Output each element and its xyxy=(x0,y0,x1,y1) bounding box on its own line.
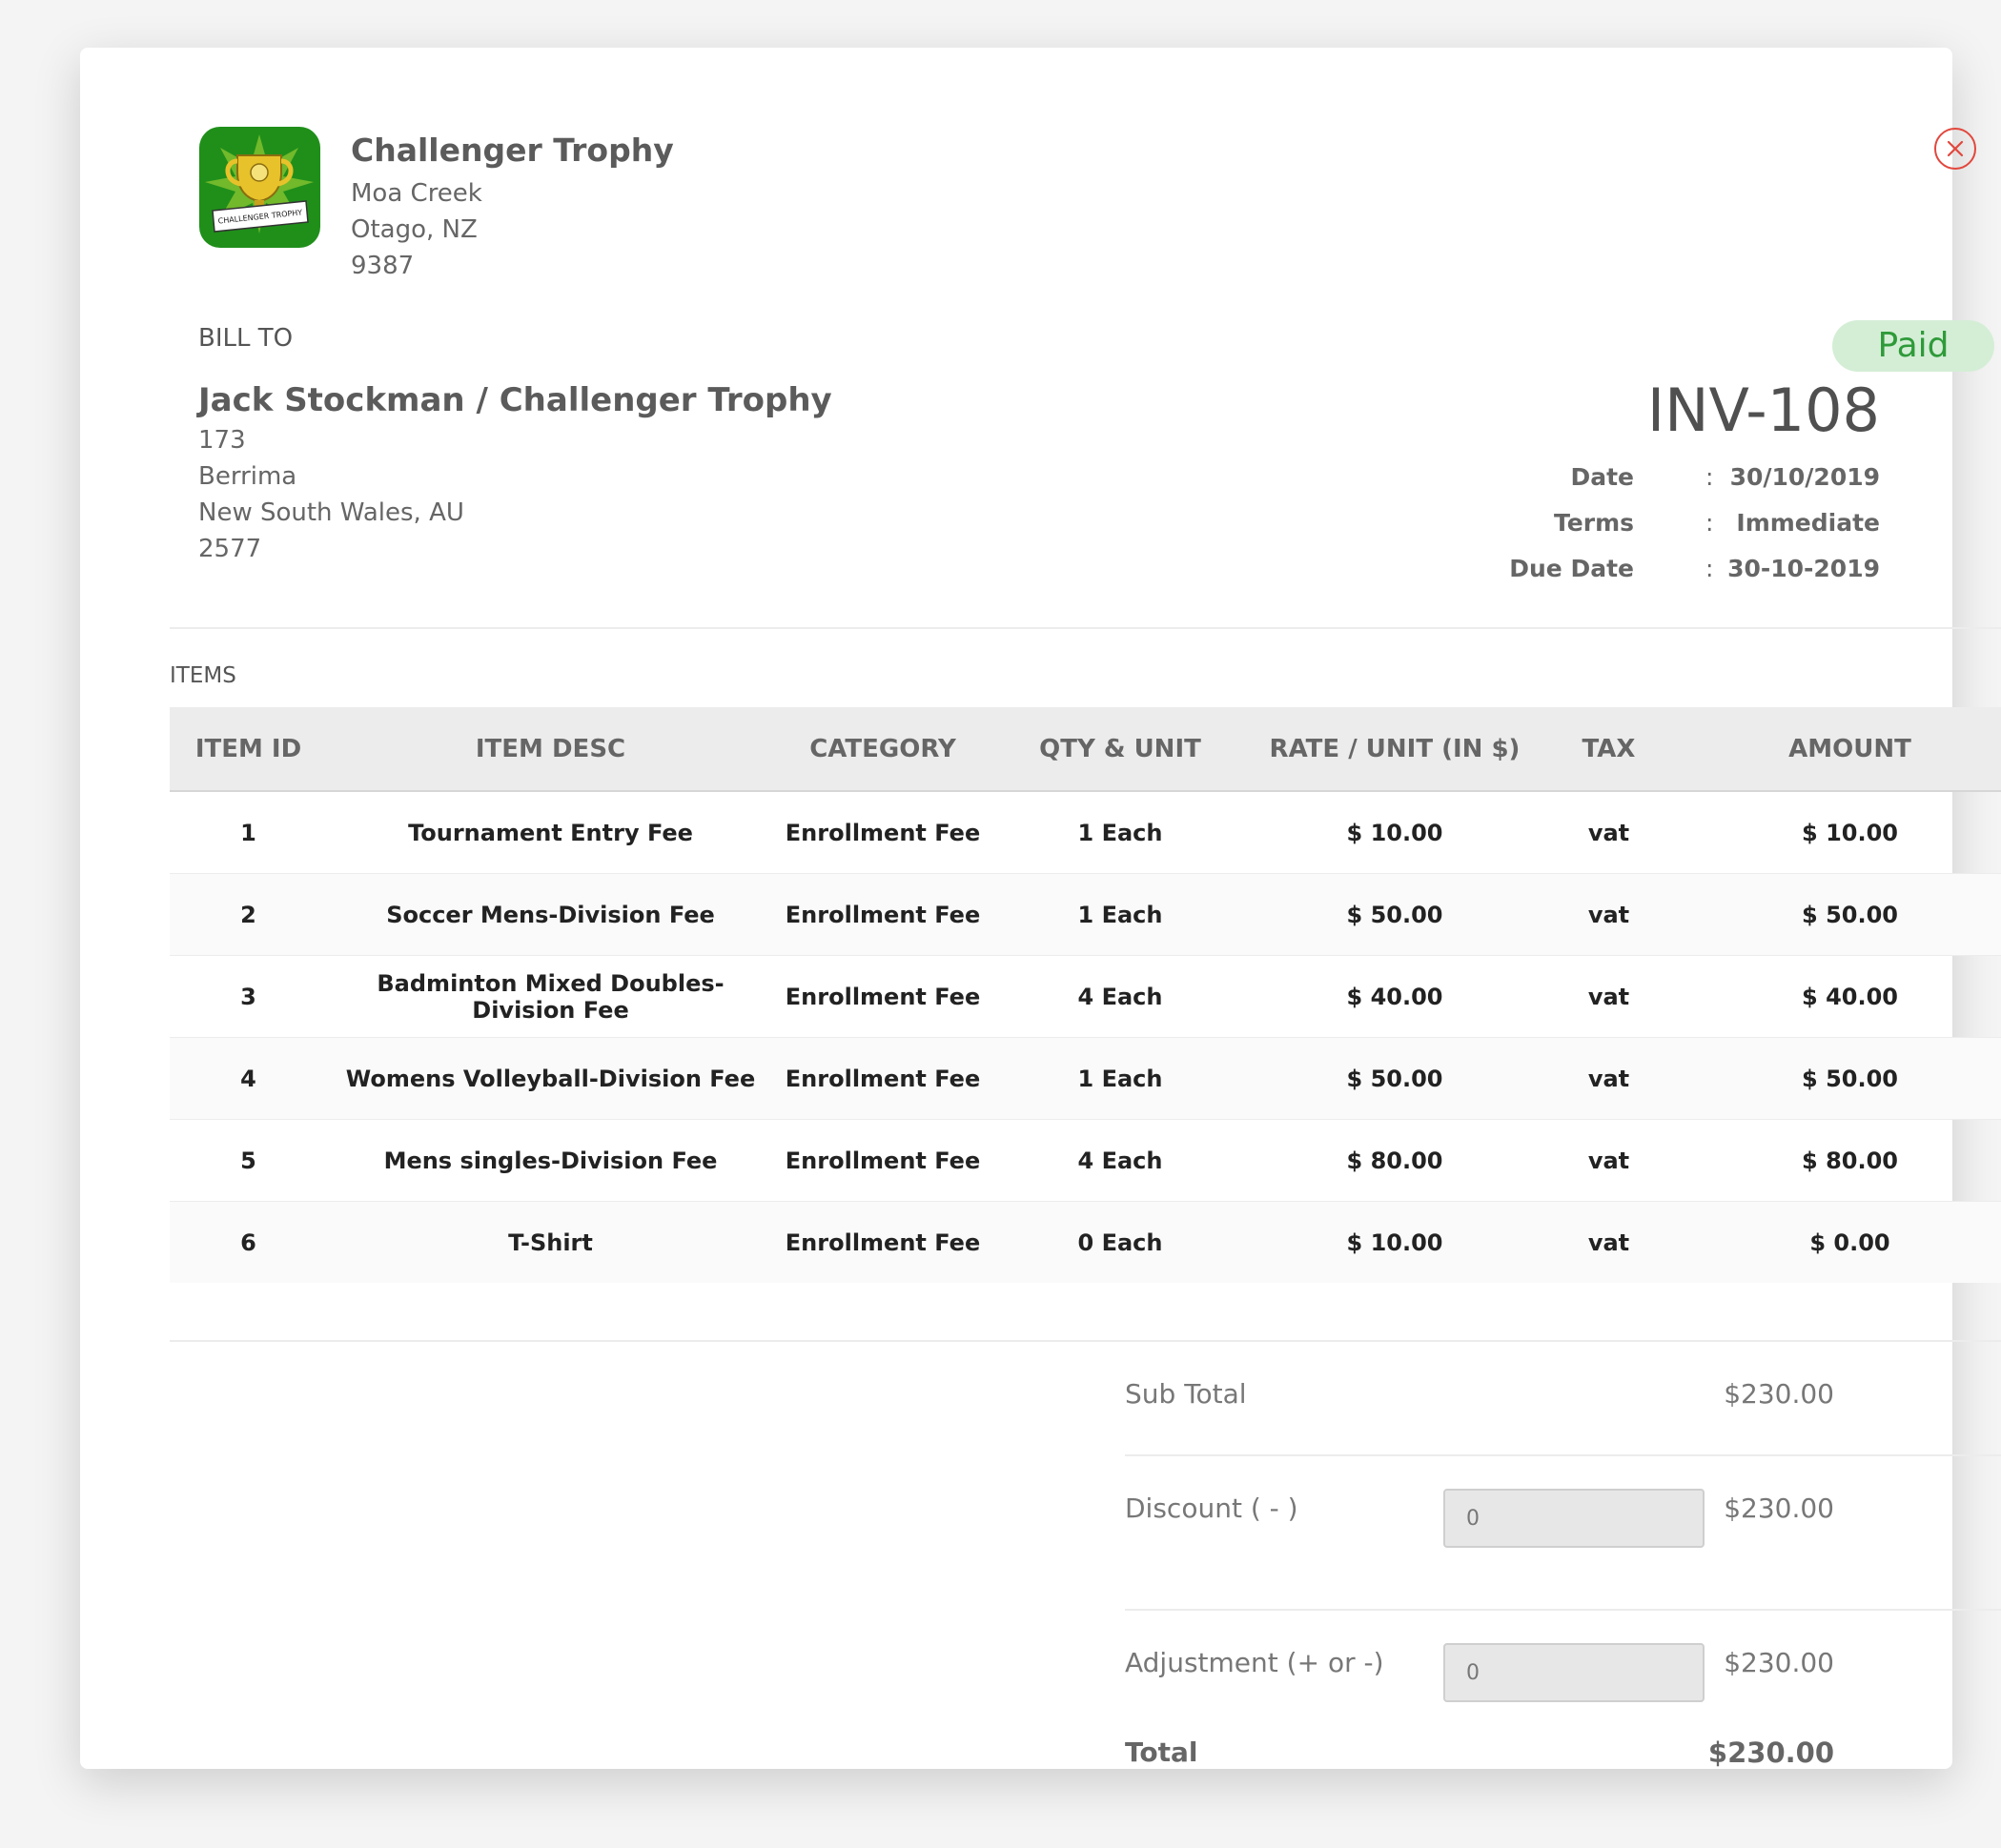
item-tax-cell: vat xyxy=(1541,1037,1677,1120)
item-rate-cell: $ 50.00 xyxy=(1249,1037,1541,1120)
close-button[interactable] xyxy=(1934,128,1976,170)
item-rate-cell: $ 10.00 xyxy=(1249,1201,1541,1283)
header-divider xyxy=(170,627,2001,629)
item-qty-cell: 1 Each xyxy=(991,873,1249,956)
column-header-category: CATEGORY xyxy=(774,707,991,792)
date-separator: : xyxy=(1705,463,1714,491)
item-rate-cell: $ 40.00 xyxy=(1249,955,1541,1038)
table-row: 6 T-Shirt Enrollment Fee 0 Each $ 10.00 … xyxy=(170,1201,2001,1283)
discount-label: Discount ( - ) xyxy=(1125,1493,1298,1524)
subtotal-label: Sub Total xyxy=(1125,1378,1247,1410)
invoice-number: INV-108 xyxy=(1646,376,1880,445)
item-desc-cell: Badminton Mixed Doubles-Division Fee xyxy=(327,955,774,1038)
date-label: Date xyxy=(1570,463,1634,491)
bill-to-name: Jack Stockman / Challenger Trophy xyxy=(198,381,832,419)
bill-to-address-line-1: 173 xyxy=(198,426,246,455)
item-amount-cell: $ 50.00 xyxy=(1677,873,2001,956)
discount-value: $230.00 xyxy=(1724,1493,1834,1524)
bill-to-address-line-4: 2577 xyxy=(198,535,262,563)
item-amount-cell: $ 0.00 xyxy=(1677,1201,2001,1283)
item-desc-cell: Tournament Entry Fee xyxy=(327,791,774,874)
item-id-cell: 3 xyxy=(170,955,327,1038)
terms-separator: : xyxy=(1705,509,1714,537)
item-category-cell: Enrollment Fee xyxy=(774,1201,991,1283)
item-qty-cell: 4 Each xyxy=(991,955,1249,1038)
organization-address-line-2: Otago, NZ xyxy=(351,215,478,244)
table-row: 5 Mens singles-Division Fee Enrollment F… xyxy=(170,1119,2001,1202)
item-rate-cell: $ 10.00 xyxy=(1249,791,1541,874)
summary-divider xyxy=(1125,1609,2001,1611)
bill-to-address-line-3: New South Wales, AU xyxy=(198,498,464,527)
status-badge: Paid xyxy=(1832,320,1994,372)
item-tax-cell: vat xyxy=(1541,791,1677,874)
items-divider xyxy=(170,1340,2001,1342)
item-id-cell: 1 xyxy=(170,791,327,874)
organization-address-line-3: 9387 xyxy=(351,252,415,280)
item-id-cell: 5 xyxy=(170,1119,327,1202)
table-row: 3 Badminton Mixed Doubles-Division Fee E… xyxy=(170,955,2001,1038)
terms-value: Immediate xyxy=(1736,509,1880,537)
invoice-modal: CHALLENGER TROPHY Challenger Trophy Moa … xyxy=(80,48,2001,1769)
item-category-cell: Enrollment Fee xyxy=(774,1119,991,1202)
discount-input[interactable] xyxy=(1443,1489,1705,1548)
item-desc-cell: T-Shirt xyxy=(327,1201,774,1283)
trophy-logo-icon: CHALLENGER TROPHY xyxy=(199,127,320,248)
column-header-amount: AMOUNT xyxy=(1677,707,2001,792)
item-desc-cell: Soccer Mens-Division Fee xyxy=(327,873,774,956)
column-header-tax: TAX xyxy=(1541,707,1677,792)
item-qty-cell: 1 Each xyxy=(991,791,1249,874)
item-rate-cell: $ 50.00 xyxy=(1249,873,1541,956)
close-icon xyxy=(1947,140,1964,157)
due-date-label: Due Date xyxy=(1509,555,1634,582)
date-value: 30/10/2019 xyxy=(1729,463,1880,491)
table-row: 1 Tournament Entry Fee Enrollment Fee 1 … xyxy=(170,791,2001,874)
table-row: 4 Womens Volleyball-Division Fee Enrollm… xyxy=(170,1037,2001,1120)
total-value: $230.00 xyxy=(1707,1736,1834,1769)
item-desc-cell: Womens Volleyball-Division Fee xyxy=(327,1037,774,1120)
item-category-cell: Enrollment Fee xyxy=(774,955,991,1038)
item-amount-cell: $ 10.00 xyxy=(1677,791,2001,874)
item-qty-cell: 4 Each xyxy=(991,1119,1249,1202)
column-header-item-desc: ITEM DESC xyxy=(327,707,774,792)
item-amount-cell: $ 50.00 xyxy=(1677,1037,2001,1120)
item-tax-cell: vat xyxy=(1541,1201,1677,1283)
items-table: ITEM ID ITEM DESC CATEGORY QTY & UNIT RA… xyxy=(170,707,2001,1283)
subtotal-value: $230.00 xyxy=(1724,1378,1834,1410)
item-amount-cell: $ 80.00 xyxy=(1677,1119,2001,1202)
due-date-value: 30-10-2019 xyxy=(1727,555,1880,582)
item-id-cell: 2 xyxy=(170,873,327,956)
terms-label: Terms xyxy=(1554,509,1634,537)
bill-to-heading: BILL TO xyxy=(198,324,294,353)
item-category-cell: Enrollment Fee xyxy=(774,873,991,956)
item-id-cell: 4 xyxy=(170,1037,327,1120)
item-category-cell: Enrollment Fee xyxy=(774,791,991,874)
item-qty-cell: 1 Each xyxy=(991,1037,1249,1120)
column-header-qty-unit: QTY & UNIT xyxy=(991,707,1249,792)
organization-address-line-1: Moa Creek xyxy=(351,179,482,208)
item-desc-cell: Mens singles-Division Fee xyxy=(327,1119,774,1202)
item-tax-cell: vat xyxy=(1541,1119,1677,1202)
item-tax-cell: vat xyxy=(1541,873,1677,956)
adjustment-input[interactable] xyxy=(1443,1643,1705,1702)
organization-name: Challenger Trophy xyxy=(351,132,674,169)
item-amount-cell: $ 40.00 xyxy=(1677,955,2001,1038)
adjustment-value: $230.00 xyxy=(1724,1647,1834,1678)
adjustment-label: Adjustment (+ or -) xyxy=(1125,1647,1384,1678)
item-rate-cell: $ 80.00 xyxy=(1249,1119,1541,1202)
item-tax-cell: vat xyxy=(1541,955,1677,1038)
items-heading: ITEMS xyxy=(170,663,236,688)
item-id-cell: 6 xyxy=(170,1201,327,1283)
total-label: Total xyxy=(1125,1736,1198,1768)
summary-divider xyxy=(1125,1454,2001,1456)
table-header-row: ITEM ID ITEM DESC CATEGORY QTY & UNIT RA… xyxy=(170,707,2001,792)
item-category-cell: Enrollment Fee xyxy=(774,1037,991,1120)
item-qty-cell: 0 Each xyxy=(991,1201,1249,1283)
due-date-separator: : xyxy=(1705,555,1714,582)
column-header-rate-unit: RATE / UNIT (IN $) xyxy=(1249,707,1541,792)
bill-to-address-line-2: Berrima xyxy=(198,462,297,491)
column-header-item-id: ITEM ID xyxy=(170,707,327,792)
table-row: 2 Soccer Mens-Division Fee Enrollment Fe… xyxy=(170,873,2001,956)
